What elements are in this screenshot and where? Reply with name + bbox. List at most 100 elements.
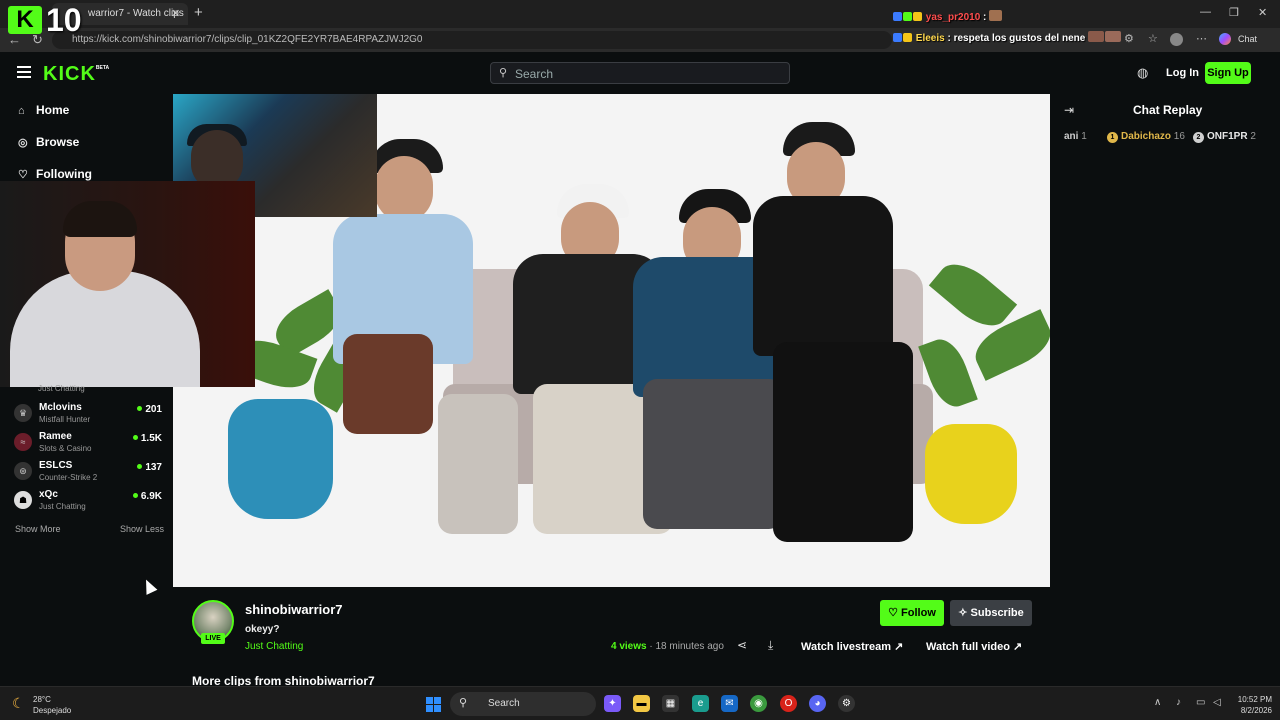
search-icon: ⚲ <box>459 697 468 709</box>
download-icon[interactable]: ⤓ <box>768 638 773 653</box>
close-window-icon[interactable]: ✕ <box>1258 6 1267 19</box>
menu-icon[interactable] <box>17 66 31 81</box>
sidebar-channel[interactable]: ♛ Mclovins Mistfall Hunter 201 <box>14 400 164 428</box>
url-input[interactable]: https://kick.com/shinobiwarrior7/clips/c… <box>52 31 892 49</box>
microphone-icon[interactable]: ♪ <box>1176 697 1181 708</box>
share-icon[interactable]: ⋖ <box>737 638 747 652</box>
login-button[interactable]: Log In <box>1166 67 1199 79</box>
site-header: KICKBETA ⚲ Search ◍ Log In Sign Up <box>0 52 1280 94</box>
sidebar-channel[interactable]: ≈ Ramee Slots & Casino 1.5K <box>14 429 164 457</box>
channel-name: Mclovins <box>39 402 82 413</box>
sidebar-item-label: Browse <box>36 135 80 149</box>
emote-icon <box>1105 31 1122 42</box>
app-icon[interactable]: ⚙ <box>838 695 855 712</box>
file-explorer-icon[interactable]: ▬ <box>633 695 650 712</box>
external-link-icon: ↗ <box>1009 641 1023 653</box>
overlay-chat-user: Eleeis <box>915 33 945 44</box>
profile-icon[interactable] <box>1170 33 1183 46</box>
sidebar-channel[interactable]: ☗ xQc Just Chatting 6.9K <box>14 487 164 515</box>
channel-category-partial: Just Chatting <box>38 384 85 393</box>
moon-weather-icon[interactable]: ☾ <box>12 695 25 712</box>
windows-start-icon[interactable] <box>426 697 441 712</box>
kick-logo[interactable]: KICKBETA <box>43 63 109 86</box>
sidebar-channel[interactable]: ⊛ ESLCS Counter-Strike 2 137 <box>14 458 164 486</box>
extensions-icon[interactable]: ⚙ <box>1124 32 1134 45</box>
subscribe-button[interactable]: ✧ Subscribe <box>950 600 1032 626</box>
clip-age: 18 minutes ago <box>655 641 724 652</box>
chat-leaderboard-item[interactable]: 1 Dabichazo 16 <box>1107 131 1185 143</box>
channel-viewers: 137 <box>137 462 162 473</box>
channel-viewers: 201 <box>137 404 162 415</box>
tray-chevron-icon[interactable]: ∧ <box>1154 697 1161 708</box>
channel-name: Ramee <box>39 431 72 442</box>
views-label: views <box>619 641 647 652</box>
live-dot-icon <box>132 435 138 440</box>
leader-name: Dabichazo <box>1121 131 1172 142</box>
leader-count: 2 <box>1250 131 1256 142</box>
minimize-icon[interactable]: — <box>1200 6 1211 18</box>
overlay-rank-number: 10 <box>46 2 82 38</box>
volume-icon[interactable]: ◁ <box>1213 697 1221 708</box>
chrome-icon[interactable]: ◉ <box>750 695 767 712</box>
windows-taskbar: ☾ 28°C Despejado ⚲ Search ✦ ▬ ▦ e ✉ ◉ O … <box>0 686 1280 720</box>
chat-button[interactable]: Chat <box>1238 34 1257 44</box>
copilot-app-icon[interactable]: ✦ <box>604 695 621 712</box>
yellow-pot <box>925 424 1017 524</box>
watch-livestream-button[interactable]: Watch livestream ↗ <box>801 640 903 653</box>
language-globe-icon[interactable]: ◍ <box>1137 65 1148 81</box>
clock-date: 8/2/2026 <box>1240 706 1272 715</box>
signup-button[interactable]: Sign Up <box>1205 62 1251 84</box>
external-link-icon: ↗ <box>891 641 904 653</box>
network-icon[interactable]: ▭ <box>1196 697 1205 708</box>
viewer-count: 137 <box>145 462 162 473</box>
channel-category: Slots & Casino <box>39 444 92 453</box>
browse-icon: ◎ <box>18 137 28 149</box>
emote-icon <box>1088 31 1105 42</box>
badge-icon <box>903 12 912 21</box>
channel-category: Counter-Strike 2 <box>39 473 98 482</box>
clip-channel-name[interactable]: shinobiwarrior7 <box>245 602 343 617</box>
chat-leaderboard-item[interactable]: ani 1 <box>1064 131 1087 142</box>
sidebar-item-following[interactable]: ♡ Following <box>18 167 92 181</box>
live-dot-icon <box>137 464 143 469</box>
badge-icon <box>903 33 912 42</box>
maximize-icon[interactable]: ❐ <box>1229 6 1239 19</box>
opera-icon[interactable]: O <box>780 695 797 712</box>
sidebar-item-browse[interactable]: ◎ Browse <box>18 135 79 149</box>
collapse-chat-icon[interactable]: ⇥ <box>1064 103 1074 117</box>
edge-icon[interactable]: e <box>692 695 709 712</box>
overlay-chat-text: : <box>980 12 987 23</box>
channel-category: Mistfall Hunter <box>39 415 91 424</box>
channel-name: xQc <box>39 489 58 500</box>
taskbar-search[interactable]: ⚲ Search <box>450 692 596 716</box>
badge-icon <box>893 12 902 21</box>
clip-category-link[interactable]: Just Chatting <box>245 641 303 652</box>
tab-close-icon[interactable]: ✕ <box>171 7 180 20</box>
favorites-icon[interactable]: ☆ <box>1148 32 1158 45</box>
channel-avatar: ☗ <box>14 491 32 509</box>
leader-count: 1 <box>1081 131 1087 142</box>
chat-leaderboard-item[interactable]: 2 ONF1PR 2 <box>1193 131 1256 143</box>
viewer-count: 1.5K <box>140 433 162 444</box>
more-icon[interactable]: ⋯ <box>1196 32 1207 45</box>
follow-button[interactable]: ♡ Follow <box>880 600 944 626</box>
watch-full-video-button[interactable]: Watch full video ↗ <box>926 640 1022 653</box>
show-less-link[interactable]: Show Less <box>120 524 164 534</box>
sparkle-icon: ✧ <box>958 607 971 619</box>
live-dot-icon <box>132 493 138 498</box>
taskbar-clock[interactable]: 10:52 PM 8/2/2026 <box>1234 694 1272 716</box>
badge-icon <box>913 12 922 21</box>
copilot-icon[interactable] <box>1219 33 1231 45</box>
discord-icon[interactable]: ◕ <box>809 695 826 712</box>
show-more-link[interactable]: Show More <box>15 524 61 534</box>
rank-1-icon: 1 <box>1107 132 1118 143</box>
sidebar-item-home[interactable]: ⌂ Home <box>18 103 69 117</box>
store-icon[interactable]: ▦ <box>662 695 679 712</box>
search-input[interactable]: ⚲ Search <box>490 62 790 84</box>
tab-title: warrior7 - Watch clips <box>88 8 184 19</box>
mail-icon[interactable]: ✉ <box>721 695 738 712</box>
weather-temperature: 28°C <box>33 695 51 704</box>
search-placeholder: Search <box>515 67 554 81</box>
new-tab-icon[interactable]: + <box>194 4 203 21</box>
chat-replay-panel <box>1050 94 1280 686</box>
